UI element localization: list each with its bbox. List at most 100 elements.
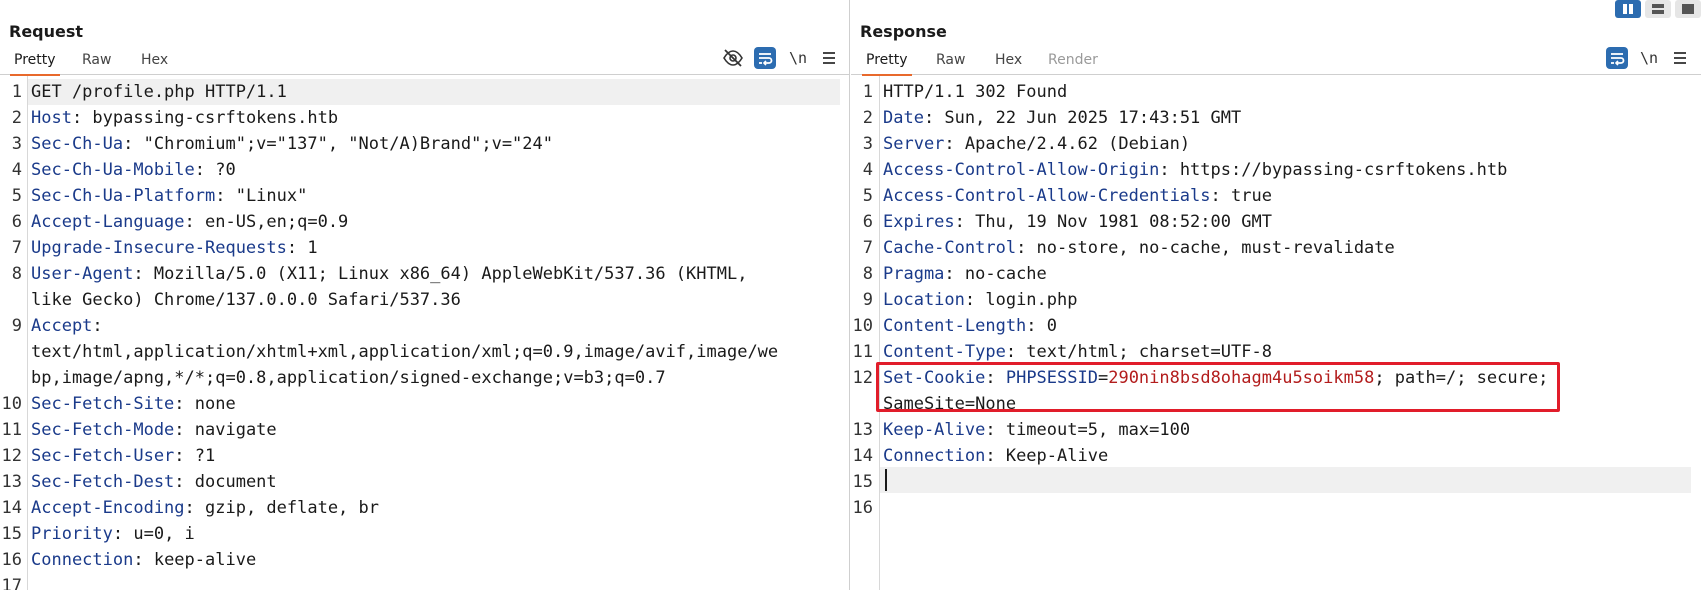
line-number: 1 [11, 82, 22, 102]
line-number: 13 [1, 472, 22, 492]
code-line: 5 Access-Control-Allow-Credentials: true [851, 183, 1701, 209]
header-value: : Sun, 22 Jun 2025 17:43:51 GMT [923, 108, 1242, 128]
code-line: 16 Connection: keep-alive [0, 547, 849, 573]
code-line: 3 Server: Apache/2.4.62 (Debian) [851, 131, 1701, 157]
line-content: Expires: Thu, 19 Nov 1981 08:52:00 GMT [883, 209, 1272, 235]
line-content: Sec-Ch-Ua-Mobile: ?0 [31, 157, 236, 183]
line-number: 2 [862, 108, 873, 128]
tab-hex[interactable]: Hex [141, 51, 168, 75]
header-value: : Mozilla/5.0 (X11; Linux x86_64) AppleW… [133, 264, 748, 284]
header-value: : timeout=5, max=100 [985, 420, 1191, 440]
word-wrap-icon[interactable] [754, 47, 776, 69]
code-line: 14 Connection: Keep-Alive [851, 443, 1701, 469]
header-value: text/html,application/xhtml+xml,applicat… [31, 342, 779, 362]
tab-raw[interactable]: Raw [936, 51, 965, 75]
header-name: Access-Control-Allow-Origin [883, 160, 1160, 180]
code-line: 16 [851, 495, 1701, 521]
header-name: Upgrade-Insecure-Requests [31, 238, 287, 258]
code-line: 11 Sec-Fetch-Mode: navigate [0, 417, 849, 443]
header-name: Sec-Fetch-Site [31, 394, 175, 414]
response-title: Response [860, 22, 947, 41]
http-message-viewer: Request Pretty Raw Hex \n 1 GET /profile… [0, 0, 1701, 590]
line-content: Sec-Fetch-User: ?1 [31, 443, 215, 469]
header-name: Sec-Fetch-Mode [31, 420, 175, 440]
code-line: 13 Sec-Fetch-Dest: document [0, 469, 849, 495]
code-line: text/html,application/xhtml+xml,applicat… [0, 339, 849, 365]
code-line: 9 Location: login.php [851, 287, 1701, 313]
header-value: : u=0, i [112, 524, 195, 544]
cookie-equals: = [1097, 368, 1109, 388]
line-number: 4 [11, 160, 22, 180]
header-name: Cache-Control [883, 238, 1017, 258]
line-content: Access-Control-Allow-Credentials: true [883, 183, 1272, 209]
header-value: : none [174, 394, 236, 414]
code-line: like Gecko) Chrome/137.0.0.0 Safari/537.… [0, 287, 849, 313]
cookie-value: 290nin8bsd8ohagm4u5soikm58 [1108, 368, 1375, 388]
request-editor[interactable]: 1 GET /profile.php HTTP/1.1 2 Host: bypassi… [0, 76, 849, 590]
line-content: User-Agent: Mozilla/5.0 (X11; Linux x86_… [31, 261, 747, 287]
line-content: Sec-Fetch-Mode: navigate [31, 417, 277, 443]
header-value: : navigate [174, 420, 277, 440]
tab-pretty[interactable]: Pretty [862, 51, 912, 76]
line-content: Upgrade-Insecure-Requests: 1 [31, 235, 318, 261]
header-name: User-Agent [31, 264, 134, 284]
header-name: Sec-Ch-Ua-Mobile [31, 160, 195, 180]
line-content: Sec-Ch-Ua-Platform: "Linux" [31, 183, 307, 209]
code-line: 7 Cache-Control: no-store, no-cache, must… [851, 235, 1701, 261]
code-line: 9 Accept: [0, 313, 849, 339]
line-number: 14 [852, 446, 873, 466]
line-content: Cache-Control: no-store, no-cache, must-… [883, 235, 1395, 261]
hamburger-menu-icon[interactable] [1669, 47, 1691, 69]
header-name: Content-Type [883, 342, 1006, 362]
header-name: Accept-Language [31, 212, 185, 232]
code-line: 1 HTTP/1.1 302 Found [851, 79, 1701, 105]
code-line: 10 Sec-Fetch-Site: none [0, 391, 849, 417]
newline-toggle[interactable]: \n [787, 47, 809, 69]
word-wrap-icon[interactable] [1606, 47, 1628, 69]
header-name: Pragma [883, 264, 945, 284]
line-content: Accept-Language: en-US,en;q=0.9 [31, 209, 348, 235]
header-value: GET /profile.php HTTP/1.1 [31, 82, 287, 102]
line-number: 14 [1, 498, 22, 518]
line-content: Server: Apache/2.4.62 (Debian) [883, 131, 1190, 157]
code-line: 2 Host: bypassing-csrftokens.htb [0, 105, 849, 131]
line-content: Pragma: no-cache [883, 261, 1047, 287]
header-value: : gzip, deflate, br [184, 498, 379, 518]
code-line: 5 Sec-Ch-Ua-Platform: "Linux" [0, 183, 849, 209]
tab-pretty[interactable]: Pretty [10, 51, 60, 76]
code-line: SameSite=None [851, 391, 1701, 417]
header-value: : Apache/2.4.62 (Debian) [944, 134, 1191, 154]
code-line: 2 Date: Sun, 22 Jun 2025 17:43:51 GMT [851, 105, 1701, 131]
line-number: 16 [852, 498, 873, 518]
header-value: : [985, 368, 1006, 388]
header-value: : no-store, no-cache, must-revalidate [1016, 238, 1395, 258]
header-value: : 1 [286, 238, 318, 258]
header-name: Keep-Alive [883, 420, 986, 440]
header-value: HTTP/1.1 302 Found [883, 82, 1068, 102]
line-number: 11 [1, 420, 22, 440]
header-value: bp,image/apng,*/*;q=0.8,application/sign… [31, 368, 666, 388]
line-number: 17 [1, 576, 22, 590]
line-content: Keep-Alive: timeout=5, max=100 [883, 417, 1190, 443]
header-value: : "Chromium";v="137", "Not/A)Brand";v="2… [123, 134, 553, 154]
response-tabs: Pretty Raw Hex Render [851, 48, 1701, 76]
tab-hex[interactable]: Hex [995, 51, 1022, 75]
code-line: 6 Accept-Language: en-US,en;q=0.9 [0, 209, 849, 235]
line-content: Connection: Keep-Alive [883, 443, 1108, 469]
newline-toggle[interactable]: \n [1638, 47, 1660, 69]
eye-off-icon[interactable] [722, 47, 744, 69]
tab-render[interactable]: Render [1048, 51, 1098, 75]
line-number: 12 [852, 368, 873, 388]
line-number: 8 [11, 264, 22, 284]
response-editor[interactable]: 1 HTTP/1.1 302 Found 2 Date: Sun, 22 Jun 20… [851, 76, 1701, 590]
code-line: 15 Priority: u=0, i [0, 521, 849, 547]
header-value: : bypassing-csrftokens.htb [71, 108, 339, 128]
code-line: 15 [851, 469, 1701, 495]
header-value: SameSite=None [883, 394, 1017, 414]
tab-raw[interactable]: Raw [82, 51, 111, 75]
hamburger-menu-icon[interactable] [818, 47, 840, 69]
line-number: 12 [1, 446, 22, 466]
code-line: 14 Accept-Encoding: gzip, deflate, br [0, 495, 849, 521]
line-number: 16 [1, 550, 22, 570]
header-value: : 0 [1026, 316, 1058, 336]
